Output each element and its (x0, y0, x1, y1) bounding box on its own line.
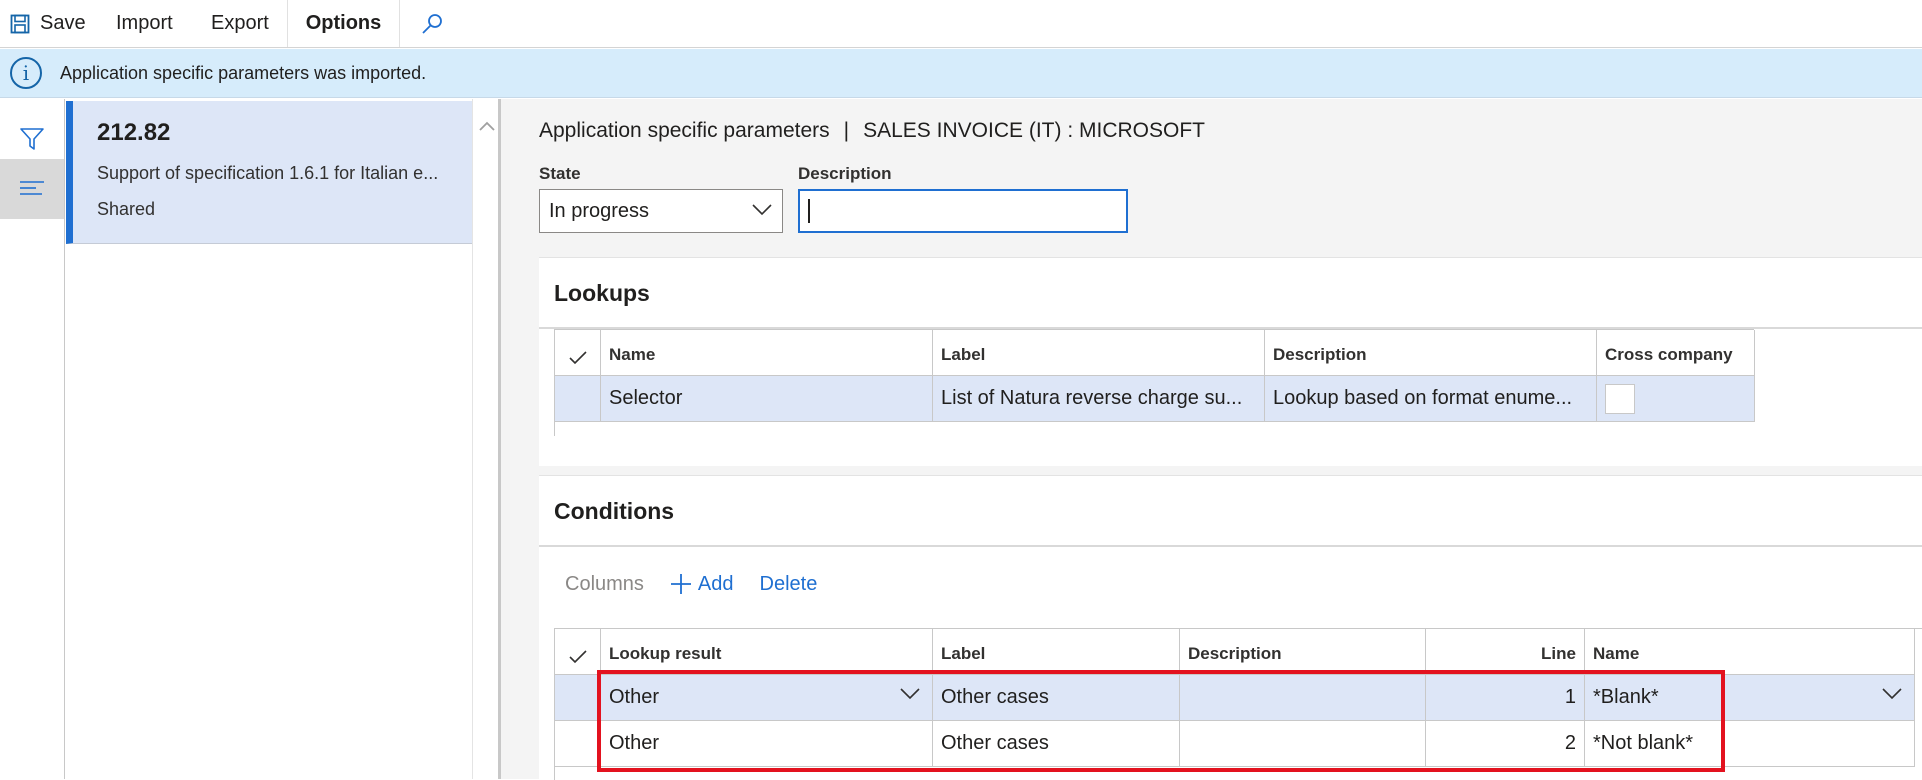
cell-line[interactable]: 2 (1426, 721, 1585, 767)
list-icon (20, 181, 44, 195)
description-label: Description (798, 164, 892, 183)
column-header-description[interactable]: Description (1180, 629, 1426, 675)
text-cursor (808, 199, 810, 223)
action-pane: Save Import Export Options (0, 0, 1922, 48)
conditions-grid: Lookup result Label Description Line Nam… (554, 628, 1922, 780)
chevron-down-icon (1882, 688, 1902, 700)
table-row[interactable]: Other Other cases 1 *Blank* (555, 675, 1915, 721)
column-header-label[interactable]: Label (933, 330, 1265, 376)
column-header-lookup-result[interactable]: Lookup result (601, 629, 933, 675)
cell-description[interactable] (1180, 721, 1426, 767)
conditions-title: Conditions (554, 498, 675, 524)
grid-header-row: Name Label Description Cross company (555, 330, 1755, 376)
cell-label[interactable]: Other cases (933, 675, 1180, 721)
main-content: Application specific parameters | SALES IN… (501, 99, 1922, 780)
record-status: Shared (97, 199, 156, 219)
breadcrumb-left: Application specific parameters (539, 119, 830, 142)
page-title: Application specific parameters | SALES IN… (539, 119, 1205, 143)
row-selector[interactable] (555, 675, 601, 721)
section-divider (539, 545, 1922, 547)
lookups-grid: Name Label Description Cross company Sel… (554, 329, 1755, 436)
list-view-button[interactable] (0, 159, 64, 219)
columns-button[interactable]: Columns (565, 573, 644, 596)
add-label: Add (697, 572, 734, 595)
checkmark-icon (568, 650, 587, 664)
cell-name[interactable]: *Blank* (1585, 675, 1915, 721)
cell-name[interactable]: Selector (601, 376, 933, 422)
message-bar: i Application specific parameters was im… (0, 49, 1922, 98)
conditions-action-bar: Columns Add Delete (565, 568, 817, 600)
column-header-cross-company[interactable]: Cross company (1597, 330, 1755, 376)
record-title: 212.82 (97, 119, 171, 146)
save-icon (10, 14, 30, 33)
add-button[interactable]: Add (670, 573, 734, 596)
breadcrumb-right: SALES INVOICE (IT) : MICROSOFT (863, 119, 1205, 142)
cell-description[interactable]: Lookup based on format enume... (1265, 376, 1597, 422)
export-button[interactable]: Export (211, 0, 269, 47)
row-selector[interactable] (555, 721, 601, 767)
filter-icon (20, 128, 44, 150)
column-header-name[interactable]: Name (1585, 629, 1915, 675)
grid-header-row: Lookup result Label Description Line Nam… (555, 629, 1915, 675)
table-row[interactable]: Selector List of Natura reverse charge s… (555, 376, 1755, 422)
delete-button[interactable]: Delete (760, 573, 818, 596)
cell-name[interactable]: *Not blank* (1585, 721, 1915, 767)
cell-line[interactable]: 1 (1426, 675, 1585, 721)
plus-icon (670, 574, 691, 594)
cell-label[interactable]: Other cases (933, 721, 1180, 767)
column-header-label[interactable]: Label (933, 629, 1180, 675)
list-scrollbar[interactable] (472, 99, 498, 779)
description-input[interactable] (798, 189, 1128, 233)
cell-lookup-result[interactable]: Other (601, 675, 933, 721)
options-tab[interactable]: Options (287, 0, 400, 47)
save-label: Save (40, 12, 86, 34)
record-subtitle: Support of specification 1.6.1 for Itali… (97, 163, 439, 183)
cross-company-checkbox[interactable] (1605, 383, 1635, 414)
conditions-section: Conditions Columns Add Delete Lookup res… (539, 475, 1922, 780)
chevron-up-icon (479, 121, 495, 131)
info-icon: i (10, 57, 42, 89)
cell-description[interactable] (1180, 675, 1426, 721)
cell-label[interactable]: List of Natura reverse charge su... (933, 376, 1265, 422)
lookups-section: Lookups Name Label Description Cross com… (539, 257, 1922, 466)
column-header-name[interactable]: Name (601, 330, 933, 376)
import-button[interactable]: Import (116, 0, 173, 47)
table-row[interactable]: Other Other cases 2 *Not blank* (555, 721, 1915, 767)
search-icon (422, 13, 442, 34)
checkmark-icon (568, 351, 587, 365)
state-label: State (539, 164, 581, 183)
chevron-down-icon (752, 204, 772, 216)
row-selector[interactable] (555, 376, 601, 422)
cell-cross-company (1597, 376, 1755, 422)
select-all-checkbox[interactable] (555, 629, 601, 675)
save-button[interactable]: Save (10, 0, 86, 47)
chevron-down-icon (900, 688, 920, 700)
lookups-title: Lookups (554, 280, 650, 306)
cell-lookup-result[interactable]: Other (601, 721, 933, 767)
column-header-line[interactable]: Line (1426, 629, 1585, 675)
column-header-description[interactable]: Description (1265, 330, 1597, 376)
name-value: *Blank* (1593, 686, 1659, 708)
state-dropdown[interactable]: In progress (539, 189, 783, 233)
message-text: Application specific parameters was impo… (60, 62, 427, 83)
search-button[interactable] (420, 0, 444, 47)
record-list-pane: 212.82 Support of specification 1.6.1 fo… (66, 99, 498, 779)
left-rail (0, 99, 65, 779)
select-all-checkbox[interactable] (555, 330, 601, 376)
lookup-result-value: Other (609, 686, 660, 708)
list-item-selected[interactable]: 212.82 Support of specification 1.6.1 fo… (66, 101, 472, 244)
breadcrumb-separator: | (843, 119, 850, 142)
state-value: In progress (549, 199, 650, 222)
